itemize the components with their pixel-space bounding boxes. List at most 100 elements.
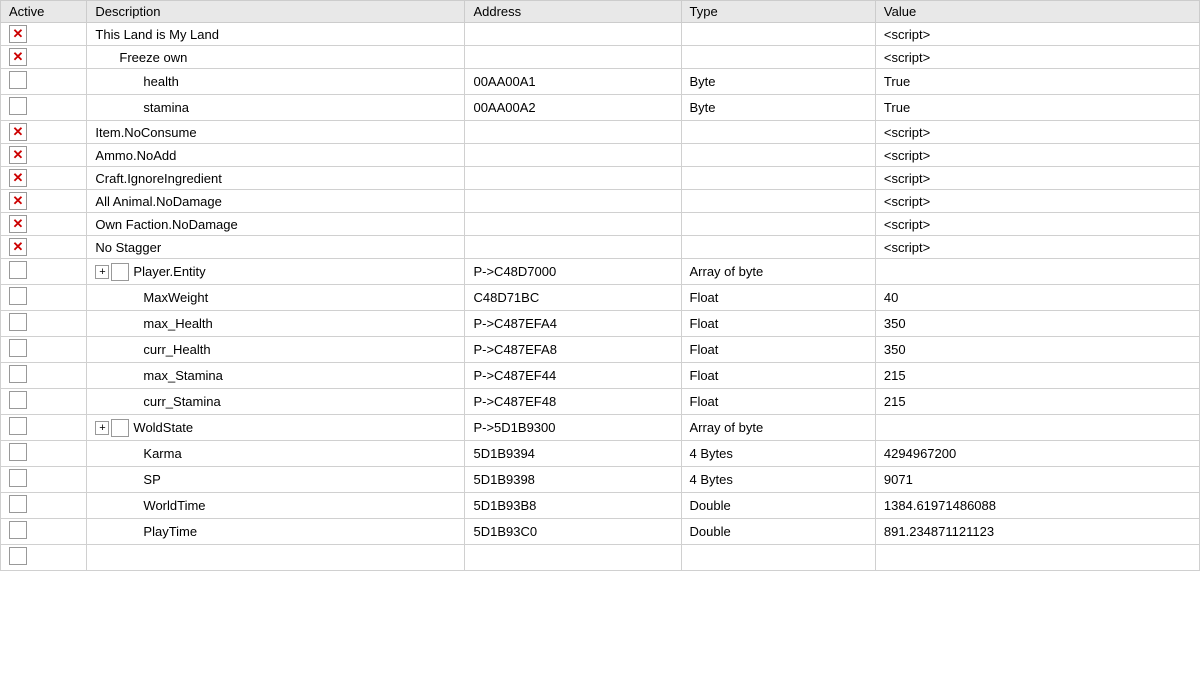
value-cell[interactable]: <script> [875, 167, 1199, 190]
table-row: ✕ Own Faction.NoDamage <script> [1, 213, 1200, 236]
active-cell[interactable] [1, 519, 87, 545]
address-cell [465, 121, 681, 144]
checkbox-unchecked[interactable] [9, 365, 27, 383]
checkbox-unchecked[interactable] [9, 261, 27, 279]
active-cell[interactable] [1, 415, 87, 441]
address-cell: P->C487EF48 [465, 389, 681, 415]
address-cell: 00AA00A2 [465, 95, 681, 121]
checkbox-checked[interactable]: ✕ [9, 25, 27, 43]
table-row [1, 545, 1200, 571]
checkbox-checked[interactable]: ✕ [9, 192, 27, 210]
active-cell[interactable] [1, 311, 87, 337]
checkbox-checked[interactable]: ✕ [9, 238, 27, 256]
table-row: SP5D1B93984 Bytes9071 [1, 467, 1200, 493]
checkbox-unchecked[interactable] [9, 339, 27, 357]
expander-button[interactable]: + [95, 265, 109, 279]
description-cell: max_Health [87, 311, 465, 337]
active-cell[interactable] [1, 545, 87, 571]
value-cell[interactable]: 40 [875, 285, 1199, 311]
active-cell[interactable] [1, 285, 87, 311]
header-value: Value [875, 1, 1199, 23]
active-cell[interactable]: ✕ [1, 23, 87, 46]
table-row: Karma5D1B93944 Bytes4294967200 [1, 441, 1200, 467]
active-cell[interactable]: ✕ [1, 167, 87, 190]
checkbox-unchecked[interactable] [9, 547, 27, 565]
active-cell[interactable]: ✕ [1, 190, 87, 213]
value-cell[interactable]: <script> [875, 213, 1199, 236]
value-cell[interactable]: <script> [875, 23, 1199, 46]
table-row: ✕ No Stagger <script> [1, 236, 1200, 259]
active-cell[interactable] [1, 389, 87, 415]
checkbox-checked[interactable]: ✕ [9, 48, 27, 66]
address-cell [465, 23, 681, 46]
active-cell[interactable]: ✕ [1, 121, 87, 144]
value-cell[interactable]: 4294967200 [875, 441, 1199, 467]
active-cell[interactable] [1, 363, 87, 389]
active-cell[interactable] [1, 95, 87, 121]
checkbox-checked[interactable]: ✕ [9, 169, 27, 187]
description-label: Own Faction.NoDamage [95, 217, 237, 232]
type-cell: Array of byte [681, 259, 875, 285]
checkbox-unchecked[interactable] [111, 419, 129, 437]
value-cell[interactable]: 9071 [875, 467, 1199, 493]
checkbox-checked[interactable]: ✕ [9, 123, 27, 141]
expander-button[interactable]: + [95, 421, 109, 435]
description-cell: Item.NoConsume [87, 121, 465, 144]
address-cell [465, 236, 681, 259]
active-cell[interactable] [1, 337, 87, 363]
checkbox-checked[interactable]: ✕ [9, 146, 27, 164]
description-label: Ammo.NoAdd [95, 148, 176, 163]
active-cell[interactable]: ✕ [1, 144, 87, 167]
checkbox-checked[interactable]: ✕ [9, 215, 27, 233]
value-cell[interactable] [875, 545, 1199, 571]
active-cell[interactable] [1, 259, 87, 285]
value-cell[interactable]: True [875, 95, 1199, 121]
type-cell [681, 213, 875, 236]
description-label: stamina [143, 100, 189, 115]
value-cell[interactable] [875, 259, 1199, 285]
description-label: Freeze own [119, 50, 187, 65]
active-cell[interactable]: ✕ [1, 46, 87, 69]
table-row: ✕This Land is My Land<script> [1, 23, 1200, 46]
value-cell[interactable]: <script> [875, 46, 1199, 69]
active-cell[interactable] [1, 441, 87, 467]
checkbox-unchecked[interactable] [9, 469, 27, 487]
checkbox-unchecked[interactable] [9, 521, 27, 539]
value-cell[interactable] [875, 415, 1199, 441]
description-label: PlayTime [143, 524, 197, 539]
type-cell [681, 46, 875, 69]
description-label: health [143, 74, 178, 89]
address-cell [465, 545, 681, 571]
checkbox-unchecked[interactable] [9, 97, 27, 115]
description-cell: No Stagger [87, 236, 465, 259]
value-cell[interactable]: 891.234871121123 [875, 519, 1199, 545]
checkbox-unchecked[interactable] [111, 263, 129, 281]
cheat-table: Active Description Address Type Value ✕T… [0, 0, 1200, 675]
active-cell[interactable]: ✕ [1, 236, 87, 259]
description-cell: Own Faction.NoDamage [87, 213, 465, 236]
value-cell[interactable]: 1384.61971486088 [875, 493, 1199, 519]
value-cell[interactable]: <script> [875, 236, 1199, 259]
checkbox-unchecked[interactable] [9, 313, 27, 331]
checkbox-unchecked[interactable] [9, 443, 27, 461]
value-cell[interactable]: True [875, 69, 1199, 95]
type-cell [681, 121, 875, 144]
checkbox-unchecked[interactable] [9, 391, 27, 409]
active-cell[interactable] [1, 69, 87, 95]
checkbox-unchecked[interactable] [9, 287, 27, 305]
value-cell[interactable]: <script> [875, 144, 1199, 167]
value-cell[interactable]: 350 [875, 311, 1199, 337]
table-row: WorldTime5D1B93B8Double1384.61971486088 [1, 493, 1200, 519]
checkbox-unchecked[interactable] [9, 71, 27, 89]
checkbox-unchecked[interactable] [9, 495, 27, 513]
value-cell[interactable]: <script> [875, 121, 1199, 144]
value-cell[interactable]: 350 [875, 337, 1199, 363]
checkbox-unchecked[interactable] [9, 417, 27, 435]
active-cell[interactable]: ✕ [1, 213, 87, 236]
active-cell[interactable] [1, 467, 87, 493]
value-cell[interactable]: 215 [875, 363, 1199, 389]
value-cell[interactable]: 215 [875, 389, 1199, 415]
value-cell[interactable]: <script> [875, 190, 1199, 213]
description-cell: +WoldState [87, 415, 465, 441]
active-cell[interactable] [1, 493, 87, 519]
